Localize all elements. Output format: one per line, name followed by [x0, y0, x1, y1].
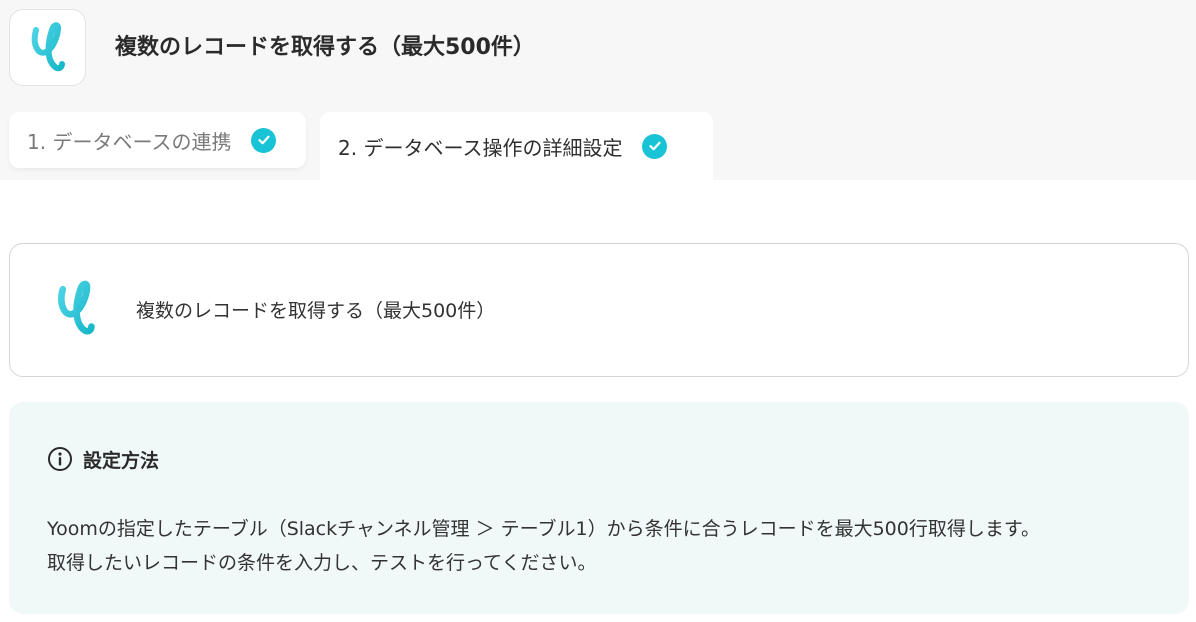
- page-title: 複数のレコードを取得する（最大500件）: [115, 35, 535, 60]
- tab-label: 2. データベース操作の詳細設定: [338, 135, 623, 160]
- yoom-logo-icon: [54, 280, 98, 342]
- instructions-line: Yoomの指定したテーブル（Slackチャンネル管理 ＞ テーブル1）から条件に…: [47, 518, 1040, 540]
- yoom-logo-icon: [31, 21, 65, 71]
- app-icon: [9, 9, 86, 86]
- info-icon: [48, 447, 72, 471]
- operation-title: 複数のレコードを取得する（最大500件）: [136, 300, 496, 322]
- operation-card: 複数のレコードを取得する（最大500件）: [9, 243, 1189, 377]
- instructions-line: 取得したいレコードの条件を入力し、テストを行ってください。: [47, 552, 597, 574]
- instructions-heading-text: 設定方法: [83, 449, 160, 472]
- tab-label: 1. データベースの連携: [27, 129, 232, 154]
- page-header: 複数のレコードを取得する（最大500件） 1. データベースの連携 2. データ…: [0, 0, 1196, 180]
- instructions-box: 設定方法 Yoomの指定したテーブル（Slackチャンネル管理 ＞ テーブル1）…: [9, 402, 1189, 614]
- check-circle-icon: [642, 133, 668, 159]
- check-circle-icon: [251, 127, 277, 153]
- tab-database-connection[interactable]: 1. データベースの連携: [9, 112, 306, 168]
- instructions-heading: 設定方法: [47, 444, 159, 474]
- tab-database-operation-settings[interactable]: 2. データベース操作の詳細設定: [320, 112, 713, 180]
- instructions-text: Yoomの指定したテーブル（Slackチャンネル管理 ＞ テーブル1）から条件に…: [47, 512, 1167, 580]
